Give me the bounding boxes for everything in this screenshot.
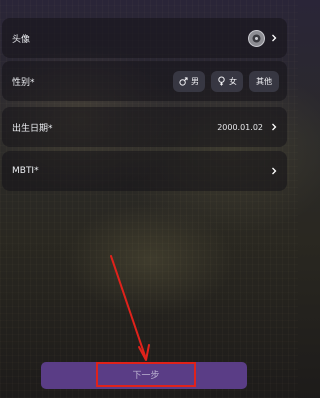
birthday-row[interactable]: 出生日期* 2000.01.02 [2, 107, 287, 147]
birthday-value: 2000.01.02 [217, 122, 263, 132]
gender-female-button[interactable]: 女 [211, 70, 243, 92]
avatar-image-icon [252, 34, 261, 42]
birthday-label: 出生日期* [12, 123, 53, 134]
gender-male-button[interactable]: 男 [173, 70, 205, 92]
chevron-right-icon [269, 122, 279, 132]
next-button[interactable]: 下一步 [96, 362, 196, 387]
background [0, 0, 298, 398]
avatar-row[interactable]: 头像 [2, 18, 287, 58]
avatar-label: 头像 [12, 34, 31, 45]
male-icon [179, 76, 188, 86]
avatar[interactable] [248, 29, 265, 47]
gender-row: 性别* 男 女 其他 [2, 61, 287, 101]
annotation-arrow [110, 255, 150, 361]
next-button-label: 下一步 [132, 371, 160, 381]
mbti-row[interactable]: MBTI* [2, 151, 287, 191]
gender-options: 男 女 其他 [173, 70, 279, 92]
gender-female-label: 女 [229, 76, 237, 86]
chevron-right-icon [269, 166, 279, 176]
chevron-right-icon [269, 33, 279, 43]
gender-label: 性别* [12, 77, 35, 88]
gender-male-label: 男 [191, 76, 199, 86]
gender-other-button[interactable]: 其他 [249, 70, 279, 92]
gender-other-label: 其他 [256, 76, 272, 86]
mbti-label: MBTI* [12, 166, 39, 176]
female-icon [218, 76, 225, 86]
